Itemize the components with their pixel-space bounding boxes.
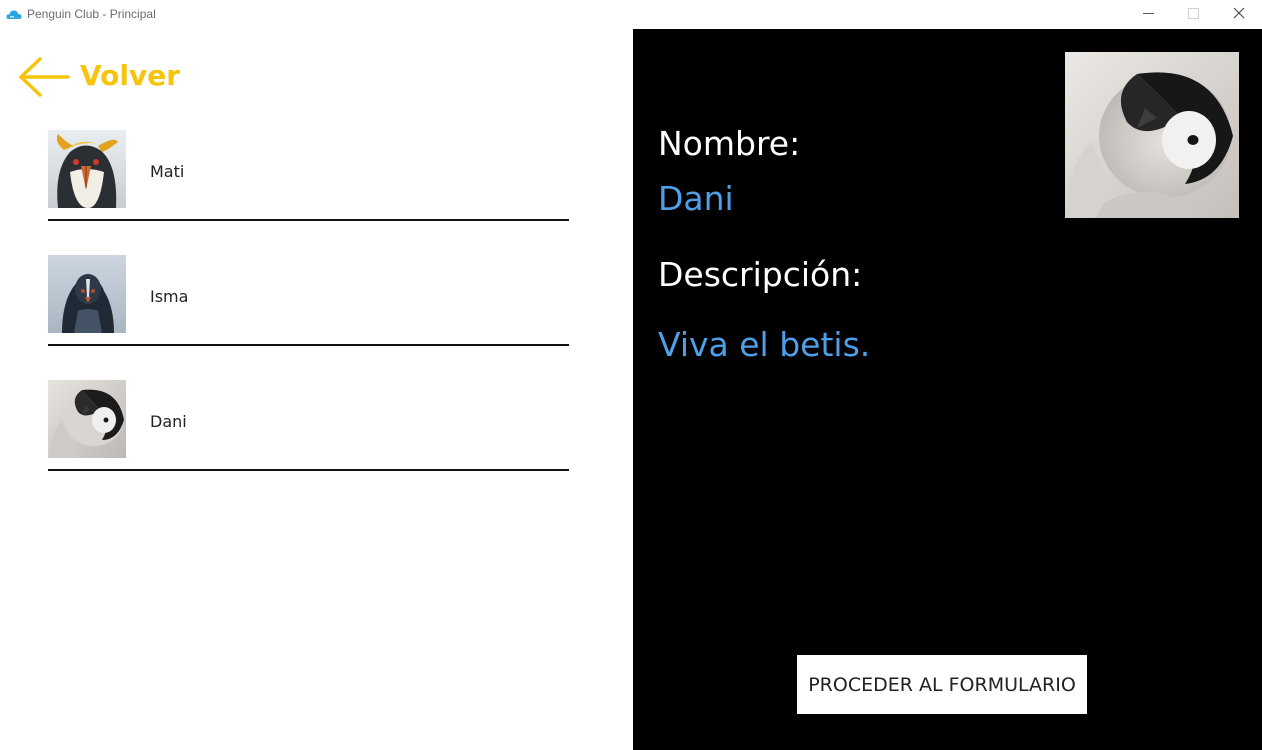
app-window: Penguin Club - Principal Volver Mati Ism…: [0, 0, 1262, 750]
list-item-dani[interactable]: Dani: [48, 380, 569, 505]
back-button[interactable]: Volver: [18, 56, 188, 98]
description-label: Descripción:: [658, 255, 863, 294]
rockhopper-penguin-photo: [48, 130, 126, 208]
maximize-button[interactable]: [1170, 0, 1216, 29]
divider: [48, 219, 569, 221]
divider: [48, 344, 569, 346]
list-item-mati[interactable]: Mati: [48, 130, 569, 255]
title-bar: Penguin Club - Principal: [0, 0, 1262, 29]
adult-penguin-photo: [48, 255, 126, 333]
emperor-penguin-chick-photo: [48, 380, 126, 458]
penguin-name: Dani: [150, 412, 187, 431]
arrow-left-icon: [19, 57, 70, 97]
divider: [48, 469, 569, 471]
cloud-icon: [6, 10, 22, 19]
penguin-list: Mati Isma Dani: [48, 130, 569, 505]
penguin-name: Mati: [150, 162, 185, 181]
penguin-list-pane: Volver Mati Isma Dani: [0, 29, 633, 750]
name-label: Nombre:: [658, 124, 801, 163]
emperor-penguin-chick-photo: [1065, 52, 1239, 218]
minimize-button[interactable]: [1126, 0, 1172, 29]
name-value: Dani: [658, 179, 734, 218]
description-value: Viva el betis.: [658, 325, 871, 364]
penguin-name: Isma: [150, 287, 189, 306]
close-icon: [1233, 7, 1245, 19]
window-title: Penguin Club - Principal: [27, 7, 156, 21]
maximize-icon: [1188, 8, 1199, 19]
minimize-icon: [1143, 13, 1154, 14]
list-item-isma[interactable]: Isma: [48, 255, 569, 380]
back-label: Volver: [80, 59, 181, 92]
close-button[interactable]: [1216, 0, 1262, 29]
proceed-to-form-button[interactable]: PROCEDER AL FORMULARIO: [797, 655, 1087, 714]
penguin-detail-pane: Nombre: Dani Descripción: Viva el betis.: [633, 29, 1262, 750]
